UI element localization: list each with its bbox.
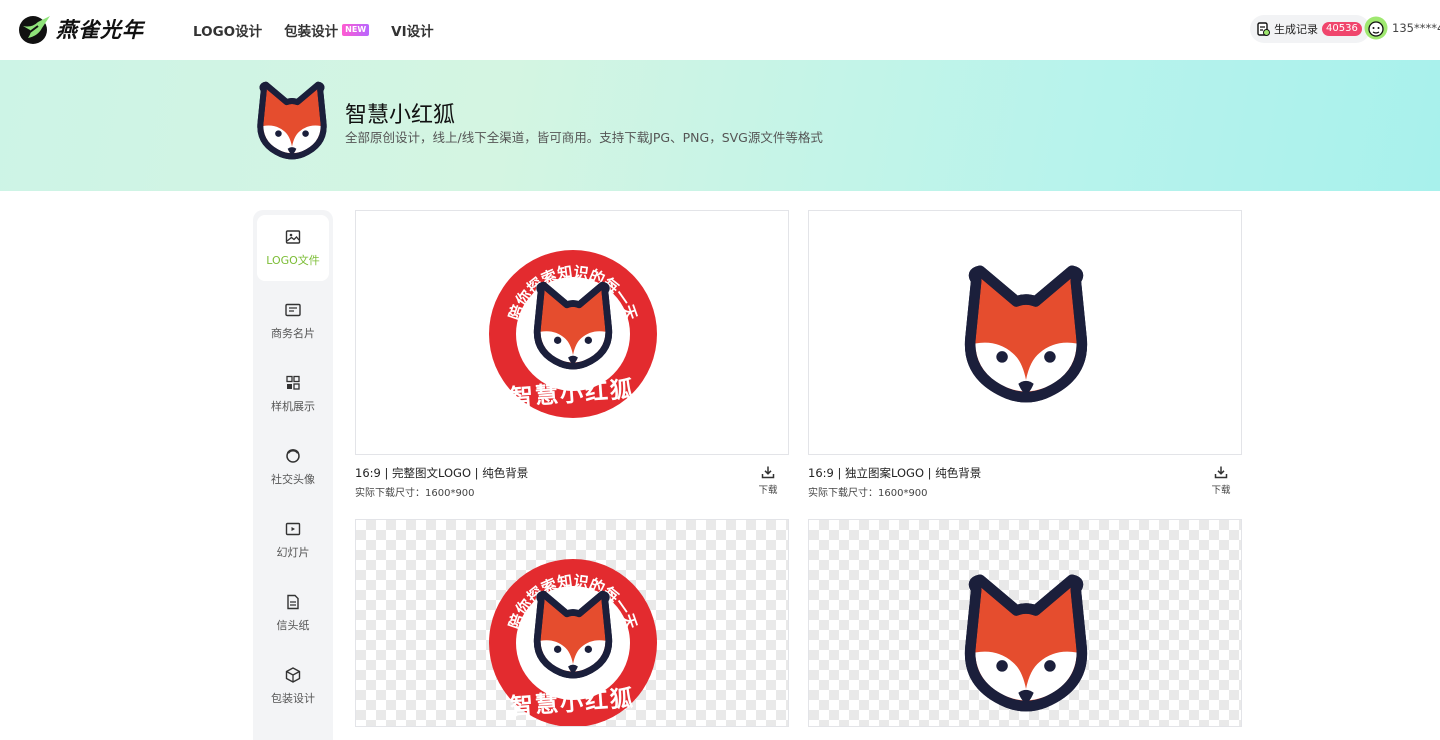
download-icon <box>1214 466 1228 479</box>
sidebar-item-package-design[interactable]: 包装设计 <box>257 653 329 719</box>
download-button[interactable]: 下载 <box>757 465 779 496</box>
generation-records-button[interactable]: 生成记录 40536 <box>1250 15 1370 43</box>
sidebar-item-mockup[interactable]: 样机展示 <box>257 361 329 427</box>
sidebar-item-letterhead[interactable]: 信头纸 <box>257 580 329 646</box>
fox-badge-logo-image: 陪你探索知识的每一天 智慧小红狐 <box>489 559 657 726</box>
nav-vi-design[interactable]: VI设计 <box>391 20 433 40</box>
nav-package-design[interactable]: 包装设计 NEW <box>284 20 370 40</box>
sidebar-item-social-avatar[interactable]: 社交头像 <box>257 434 329 500</box>
card-title: 16:9 | 独立图案LOGO | 纯色背景 <box>808 466 982 480</box>
card-download-size: 实际下载尺寸：1600*900 <box>808 488 928 499</box>
package-box-icon <box>285 667 301 683</box>
download-button[interactable]: 下载 <box>1210 465 1232 496</box>
records-document-icon <box>1257 22 1270 36</box>
sidebar-item-logo-files[interactable]: LOGO文件 <box>257 215 329 281</box>
social-avatar-icon <box>286 449 300 463</box>
records-label: 生成记录 <box>1274 23 1318 36</box>
card-download-size: 实际下载尺寸：1600*900 <box>355 488 475 499</box>
records-count-badge: 40536 <box>1322 22 1362 36</box>
user-name: 135****4 <box>1392 21 1440 35</box>
image-icon <box>285 230 301 244</box>
download-label: 下载 <box>1211 485 1231 496</box>
sidebar-item-label: LOGO文件 <box>266 254 320 267</box>
logo-preview-card[interactable] <box>808 210 1242 455</box>
business-card-icon <box>285 303 301 317</box>
asset-category-sidebar: LOGO文件 商务名片 样机展示 社交头像 幻灯片 信头纸 包装设计 <box>253 210 333 740</box>
fox-logo-icon <box>254 78 330 162</box>
brand-name: 燕雀光年 <box>56 18 144 42</box>
nav-label: VI设计 <box>391 24 434 40</box>
sidebar-item-label: 社交头像 <box>271 473 315 486</box>
sidebar-item-label: 幻灯片 <box>276 546 310 559</box>
project-hero-banner: 智慧小红狐 全部原创设计，线上/线下全渠道，皆可商用。支持下载JPG、PNG，S… <box>0 60 1440 191</box>
download-icon <box>761 466 775 479</box>
fox-badge-logo-image: 陪你探索知识的每一天 智慧小红狐 <box>489 250 657 418</box>
swallow-logo-icon <box>19 16 50 44</box>
project-subtitle: 全部原创设计，线上/线下全渠道，皆可商用。支持下载JPG、PNG，SVG源文件等… <box>345 130 823 145</box>
brand-logo[interactable]: 燕雀光年 <box>18 12 144 46</box>
card-title: 16:9 | 完整图文LOGO | 纯色背景 <box>355 466 529 480</box>
sidebar-item-label: 样机展示 <box>271 400 315 413</box>
card-caption: 16:9 | 完整图文LOGO | 纯色背景 实际下载尺寸：1600*900 下… <box>355 465 789 505</box>
letterhead-icon <box>287 594 299 610</box>
fox-icon-logo-image <box>959 568 1093 716</box>
sidebar-item-label: 信头纸 <box>276 619 310 632</box>
user-menu[interactable]: 135****4 <box>1364 16 1440 40</box>
fox-icon-logo-image <box>959 259 1093 407</box>
nav-label: 包装设计 <box>284 24 339 40</box>
sidebar-item-business-card[interactable]: 商务名片 <box>257 288 329 354</box>
logo-preview-card[interactable]: 陪你探索知识的每一天 智慧小红狐 <box>355 210 789 455</box>
card-caption: 16:9 | 独立图案LOGO | 纯色背景 实际下载尺寸：1600*900 下… <box>808 465 1242 505</box>
avatar <box>1364 16 1388 40</box>
nav-label: LOGO设计 <box>193 24 263 40</box>
sidebar-item-slides[interactable]: 幻灯片 <box>257 507 329 573</box>
logo-preview-card-transparent[interactable] <box>808 519 1242 727</box>
logo-preview-card-transparent[interactable]: 陪你探索知识的每一天 智慧小红狐 <box>355 519 789 727</box>
nav-logo-design[interactable]: LOGO设计 <box>193 20 262 40</box>
main-nav: LOGO设计 包装设计 NEW VI设计 <box>193 0 434 60</box>
project-title: 智慧小红狐 <box>345 103 456 128</box>
sidebar-item-label: 商务名片 <box>271 327 315 340</box>
top-nav: 燕雀光年 LOGO设计 包装设计 NEW VI设计 生成记录 40536 135… <box>0 0 1440 60</box>
download-label: 下载 <box>758 485 778 496</box>
mockup-grid-icon <box>286 375 300 390</box>
slides-icon <box>285 522 301 536</box>
sidebar-item-label: 包装设计 <box>271 692 315 705</box>
new-badge: NEW <box>342 24 370 36</box>
